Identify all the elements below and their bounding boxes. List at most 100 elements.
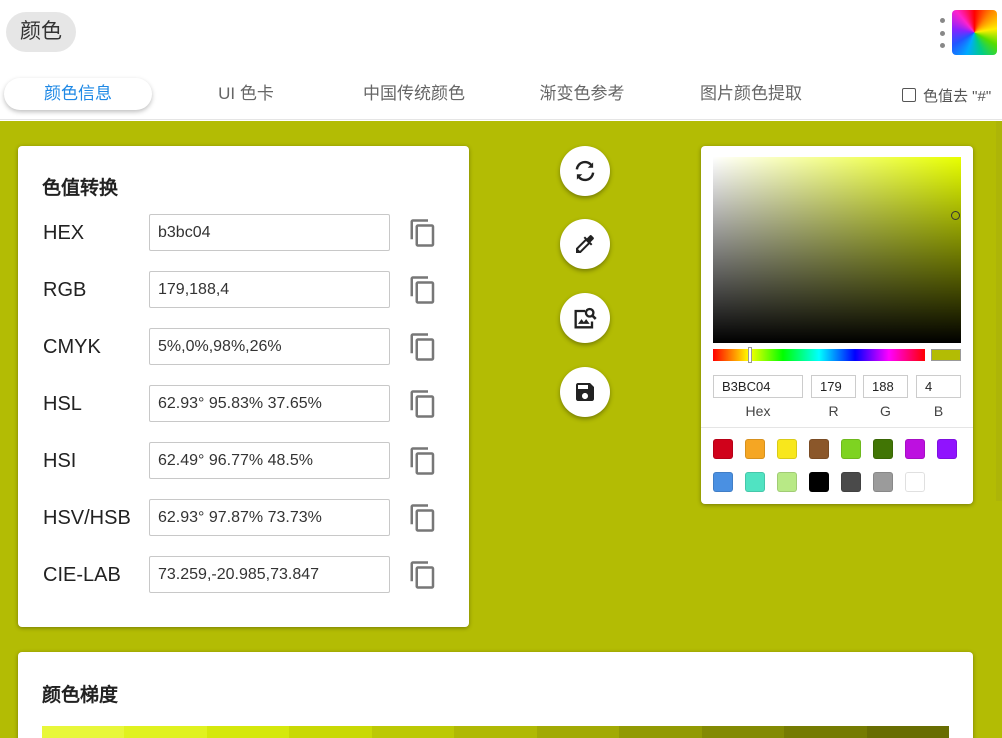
scrollbar[interactable] [996, 121, 1002, 501]
hash-option-label: 色值去 "#" [923, 87, 992, 105]
preset-swatch[interactable] [713, 439, 733, 459]
preset-swatch[interactable] [905, 439, 925, 459]
gradient-step[interactable] [784, 726, 867, 738]
format-value-input[interactable]: 179,188,4 [149, 271, 390, 308]
preset-swatch[interactable] [809, 439, 829, 459]
preset-swatch[interactable] [745, 439, 765, 459]
format-value-input[interactable]: 62.93° 97.87% 73.73% [149, 499, 390, 536]
conversion-row: CMYK 5%,0%,98%,26% [42, 328, 452, 366]
gradient-step[interactable] [701, 726, 785, 738]
format-value-input[interactable]: 62.49° 96.77% 48.5% [149, 442, 390, 479]
save-button[interactable] [560, 367, 610, 417]
tab-bar: 颜色信息 UI 色卡 中国传统颜色 渐变色参考 图片颜色提取 色值去 "#" [0, 70, 1002, 120]
conversion-row: HSI 62.49° 96.77% 48.5% [42, 442, 452, 480]
format-label: RGB [43, 279, 87, 301]
preset-swatch[interactable] [809, 472, 829, 492]
conversion-row: HSL 62.93° 95.83% 37.65% [42, 385, 452, 423]
format-label: HSV/HSB [43, 507, 131, 529]
refresh-button[interactable] [560, 146, 610, 196]
preset-swatch[interactable] [905, 472, 925, 492]
format-label: HSI [43, 450, 77, 472]
gradient-step[interactable] [619, 726, 702, 738]
copy-icon [410, 333, 435, 361]
copy-button[interactable] [408, 560, 438, 590]
more-menu-icon[interactable] [936, 18, 948, 48]
saturation-value-area[interactable] [713, 157, 961, 343]
blue-label: B [933, 403, 944, 419]
format-label: HSL [43, 393, 82, 415]
color-gradient-card: 颜色梯度 [18, 652, 973, 738]
save-icon [576, 383, 594, 401]
eyedropper-icon [576, 235, 594, 253]
format-label: CIE-LAB [43, 564, 121, 586]
gradient-step[interactable] [866, 726, 949, 738]
color-conversion-card: 色值转换 HEX b3bc04 RGB 179,188,4 CMYK 5%,0%,98%,… [18, 146, 469, 627]
refresh-icon [575, 160, 595, 182]
format-label: CMYK [43, 336, 101, 358]
saturation-handle[interactable] [951, 211, 960, 220]
conversion-row: HEX b3bc04 [42, 214, 452, 252]
hash-checkbox[interactable] [902, 88, 916, 102]
red-input[interactable]: 179 [811, 375, 856, 398]
image-search-button[interactable] [560, 293, 610, 343]
green-input[interactable]: 188 [863, 375, 908, 398]
gradient-step[interactable] [42, 726, 125, 738]
format-value-input[interactable]: b3bc04 [149, 214, 390, 251]
copy-icon [410, 219, 435, 247]
copy-icon [410, 504, 435, 532]
preset-swatch[interactable] [777, 472, 797, 492]
preset-swatch[interactable] [841, 472, 861, 492]
color-picker-card: B3BC04 179 188 4 Hex R G B [701, 146, 973, 504]
format-value-input[interactable]: 62.93° 95.83% 37.65% [149, 385, 390, 422]
tab-gradient-reference[interactable]: 渐变色参考 [522, 78, 642, 110]
color-preview [931, 349, 961, 361]
conversion-row: HSV/HSB 62.93° 97.87% 73.73% [42, 499, 452, 537]
tab-ui-palette[interactable]: UI 色卡 [186, 78, 306, 110]
gradient-step[interactable] [206, 726, 290, 738]
conversion-row: CIE-LAB 73.259,-20.985,73.847 [42, 556, 452, 594]
tab-image-color-extract[interactable]: 图片颜色提取 [686, 78, 816, 110]
tab-color-info[interactable]: 颜色信息 [4, 78, 152, 110]
red-label: R [828, 403, 839, 419]
green-label: G [880, 403, 891, 419]
eyedropper-button[interactable] [560, 219, 610, 269]
tab-chinese-traditional-colors[interactable]: 中国传统颜色 [344, 78, 484, 110]
preset-swatch[interactable] [841, 439, 861, 459]
gradient-step[interactable] [124, 726, 207, 738]
hue-slider[interactable] [713, 347, 925, 363]
preset-swatch[interactable] [745, 472, 765, 492]
copy-icon [410, 447, 435, 475]
gradient-step[interactable] [289, 726, 372, 738]
gradient-step[interactable] [536, 726, 620, 738]
color-wheel-logo [952, 10, 997, 55]
copy-button[interactable] [408, 446, 438, 476]
copy-button[interactable] [408, 218, 438, 248]
hex-input[interactable]: B3BC04 [713, 375, 803, 398]
preset-swatch[interactable] [873, 472, 893, 492]
format-value-input[interactable]: 73.259,-20.985,73.847 [149, 556, 390, 593]
copy-button[interactable] [408, 503, 438, 533]
hue-handle[interactable] [748, 347, 752, 363]
gradient-step[interactable] [454, 726, 537, 738]
conversion-row: RGB 179,188,4 [42, 271, 452, 309]
preset-swatch[interactable] [873, 439, 893, 459]
hash-option[interactable]: 色值去 "#" [902, 85, 991, 105]
app-title[interactable]: 颜色 [6, 12, 76, 52]
copy-button[interactable] [408, 389, 438, 419]
gradient-strip [42, 726, 949, 738]
copy-button[interactable] [408, 275, 438, 305]
copy-button[interactable] [408, 332, 438, 362]
image-search-icon [574, 307, 597, 329]
blue-input[interactable]: 4 [916, 375, 961, 398]
copy-icon [410, 276, 435, 304]
divider [701, 427, 973, 428]
main-area: 色值转换 HEX b3bc04 RGB 179,188,4 CMYK 5%,0%,98%,… [0, 121, 1002, 738]
preset-swatch[interactable] [937, 439, 957, 459]
hex-label: Hex [745, 403, 771, 419]
preset-swatch[interactable] [777, 439, 797, 459]
preset-swatch[interactable] [713, 472, 733, 492]
gradient-step[interactable] [371, 726, 455, 738]
format-value-input[interactable]: 5%,0%,98%,26% [149, 328, 390, 365]
copy-icon [410, 390, 435, 418]
card-title: 色值转换 [42, 178, 119, 199]
